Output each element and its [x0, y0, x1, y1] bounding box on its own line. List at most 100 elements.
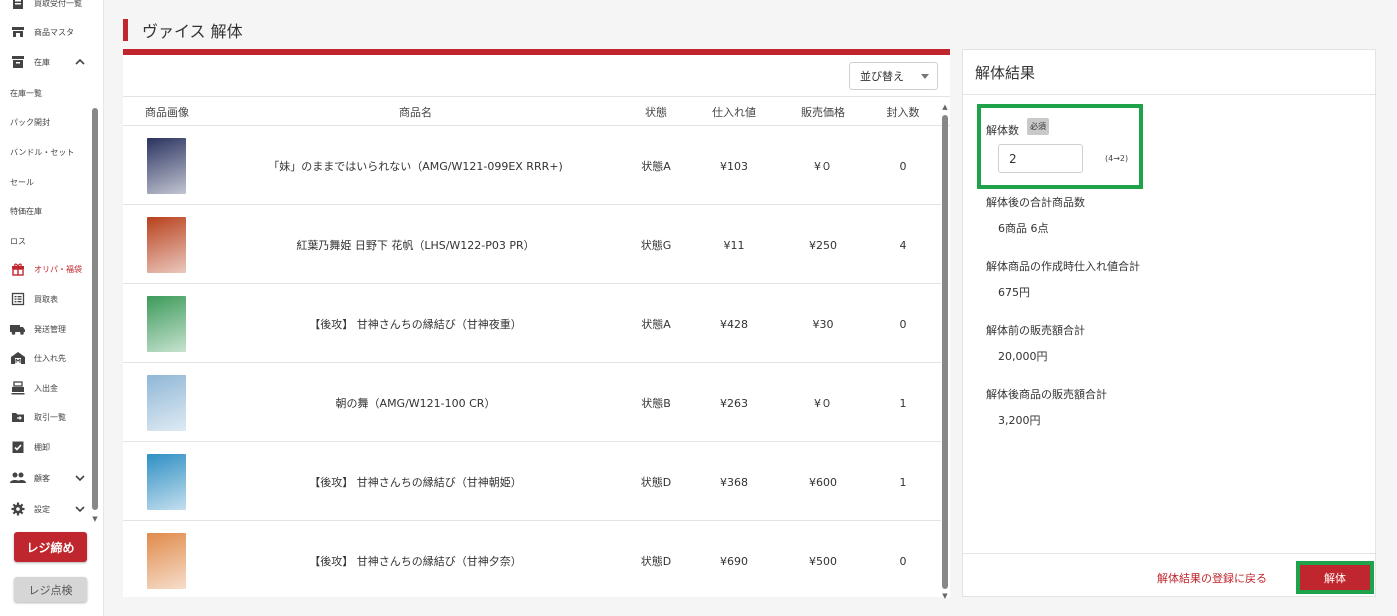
- col-header-image: 商品画像: [145, 106, 189, 119]
- sidebar-item-label: 棚卸: [34, 442, 50, 452]
- divider: [963, 94, 1375, 95]
- product-price: ¥250: [809, 238, 837, 252]
- table-row[interactable]: 【後攻】 甘神さんちの縁結び（甘神夕奈） 状態D ¥690 ¥500 0: [123, 522, 941, 600]
- product-thumbnail: [147, 138, 186, 194]
- sidebar-item-label: 顧客: [34, 473, 50, 483]
- inventory-box-icon: [10, 54, 26, 70]
- sidebar-item-label: 設定: [34, 504, 50, 514]
- result-title: 解体結果: [975, 64, 1036, 82]
- product-cost: ¥368: [720, 475, 748, 489]
- after-sales-value: 3,200円: [998, 414, 1041, 427]
- scroll-down-arrow-icon[interactable]: ▼: [92, 515, 98, 523]
- table-row[interactable]: 【後攻】 甘神さんちの縁結び（甘神朝姫） 状態D ¥368 ¥600 1: [123, 443, 941, 521]
- scroll-down-arrow-icon[interactable]: ▼: [941, 592, 949, 600]
- product-qty: 1: [899, 475, 907, 489]
- gift-icon: [10, 261, 26, 277]
- sidebar-item-oripa[interactable]: オリパ・福袋: [0, 257, 92, 281]
- sidebar-subitem-sale[interactable]: セール: [10, 173, 34, 191]
- product-thumbnail: [147, 375, 186, 431]
- gear-icon: [10, 501, 26, 517]
- product-price: ¥500: [809, 554, 837, 568]
- sidebar-subitem-special-stock[interactable]: 特価在庫: [10, 202, 42, 220]
- back-to-register-link[interactable]: 解体結果の登録に戻る: [1157, 570, 1267, 586]
- col-header-price: 販売価格: [801, 106, 845, 119]
- sidebar-item-label: 入出金: [34, 383, 58, 393]
- sidebar-item-label: 取引一覧: [34, 412, 66, 422]
- caret-down-icon: [921, 73, 929, 79]
- sidebar-subitem-loss[interactable]: ロス: [10, 232, 26, 250]
- product-qty: 0: [899, 317, 907, 331]
- warehouse-icon: [10, 350, 26, 366]
- table-header: 商品画像 商品名 状態 仕入れ値 販売価格 封入数: [123, 96, 950, 126]
- col-header-state: 状態: [645, 106, 667, 119]
- receipt-icon: [10, 0, 26, 11]
- product-table-panel: 並び替え 商品画像 商品名 状態 仕入れ値 販売価格 封入数 「妹」のままではい…: [123, 49, 950, 600]
- title-accent-bar: [123, 19, 128, 41]
- sort-select[interactable]: 並び替え: [849, 62, 938, 90]
- page-title: ヴァイス 解体: [142, 22, 243, 41]
- sidebar: 買取受付一覧 商品マスタ 在庫 在庫一覧 パック開封 バンドル・セット セール …: [0, 0, 104, 616]
- sidebar-item-inventory[interactable]: 在庫: [0, 50, 92, 74]
- product-price: ¥０: [814, 160, 832, 173]
- product-state: 状態D: [640, 476, 672, 489]
- sidebar-item-transactions[interactable]: 取引一覧: [0, 405, 92, 429]
- product-state: 状態A: [641, 318, 671, 331]
- chevron-down-icon[interactable]: [74, 472, 86, 484]
- product-name: 「妹」のままではいられない（AMG/W121-099EX RRR+): [268, 160, 563, 173]
- chevron-down-icon[interactable]: [74, 503, 86, 515]
- sidebar-item-stocktake[interactable]: 棚卸: [0, 435, 92, 459]
- sidebar-item-label: 在庫: [34, 57, 50, 67]
- sidebar-item-label: 仕入れ先: [34, 353, 66, 363]
- sidebar-subitem-stock-list[interactable]: 在庫一覧: [10, 84, 42, 102]
- product-state: 状態G: [640, 239, 672, 252]
- sidebar-item-purchase-table[interactable]: 買取表: [0, 287, 92, 311]
- product-qty: 0: [899, 159, 907, 173]
- after-sales-label: 解体後商品の販売額合計: [986, 388, 1107, 401]
- product-name: 紅葉乃舞姫 日野下 花帆（LHS/W122-P03 PR）: [296, 239, 535, 252]
- product-price: ¥600: [809, 475, 837, 489]
- cost-total-value: 675円: [998, 286, 1030, 299]
- chevron-up-icon[interactable]: [74, 56, 86, 68]
- sidebar-item-product-master[interactable]: 商品マスタ: [0, 20, 92, 44]
- sidebar-item-label: 買取表: [34, 294, 58, 304]
- scroll-up-arrow-icon[interactable]: ▲: [941, 103, 949, 111]
- register-check-button[interactable]: レジ点検: [14, 577, 87, 602]
- register-close-button[interactable]: レジ締め: [14, 532, 87, 562]
- sidebar-scrollbar[interactable]: [92, 108, 98, 510]
- sidebar-item-purchase-list[interactable]: 買取受付一覧: [0, 0, 92, 15]
- table-scrollbar[interactable]: [942, 115, 948, 589]
- sort-label: 並び替え: [860, 70, 904, 83]
- product-qty: 1: [899, 396, 907, 410]
- dismantle-count-input[interactable]: [998, 144, 1083, 173]
- sidebar-item-customers[interactable]: 顧客: [0, 466, 92, 490]
- product-cost: ¥11: [723, 238, 745, 252]
- cash-register-icon: [10, 380, 26, 396]
- product-qty: 0: [899, 554, 907, 568]
- table-row[interactable]: 【後攻】 甘神さんちの縁結び（甘神夜重） 状態A ¥428 ¥30 0: [123, 285, 941, 363]
- sidebar-subitem-pack-open[interactable]: パック開封: [10, 113, 50, 131]
- sidebar-item-supplier[interactable]: 仕入れ先: [0, 346, 92, 370]
- cost-total-label: 解体商品の作成時仕入れ値合計: [986, 260, 1140, 273]
- product-name: 朝の舞（AMG/W121-100 CR）: [335, 397, 496, 410]
- sidebar-item-shipping[interactable]: 発送管理: [0, 317, 92, 341]
- col-header-qty: 封入数: [886, 106, 920, 119]
- product-price: ¥30: [812, 317, 834, 331]
- product-thumbnail: [147, 296, 186, 352]
- sidebar-item-label: 発送管理: [34, 324, 66, 334]
- sidebar-subitem-bundle-set[interactable]: バンドル・セット: [10, 143, 74, 161]
- divider: [963, 553, 1375, 554]
- total-items-label: 解体後の合計商品数: [986, 196, 1085, 209]
- table-row[interactable]: 紅葉乃舞姫 日野下 花帆（LHS/W122-P03 PR） 状態G ¥11 ¥2…: [123, 206, 941, 284]
- truck-icon: [10, 321, 26, 337]
- dismantle-button[interactable]: 解体: [1300, 565, 1370, 590]
- table-row[interactable]: 「妹」のままではいられない（AMG/W121-099EX RRR+) 状態A ¥…: [123, 127, 941, 205]
- product-name: 【後攻】 甘神さんちの縁結び（甘神朝姫）: [309, 476, 522, 489]
- count-hint: (4→2): [1105, 154, 1129, 163]
- product-cost: ¥428: [720, 317, 748, 331]
- product-cost: ¥690: [720, 554, 748, 568]
- table-row[interactable]: 朝の舞（AMG/W121-100 CR） 状態B ¥263 ¥０ 1: [123, 364, 941, 442]
- sidebar-item-cash[interactable]: 入出金: [0, 376, 92, 400]
- product-name: 【後攻】 甘神さんちの縁結び（甘神夕奈）: [309, 555, 522, 568]
- product-qty: 4: [899, 238, 907, 252]
- sidebar-item-settings[interactable]: 設定: [0, 497, 92, 521]
